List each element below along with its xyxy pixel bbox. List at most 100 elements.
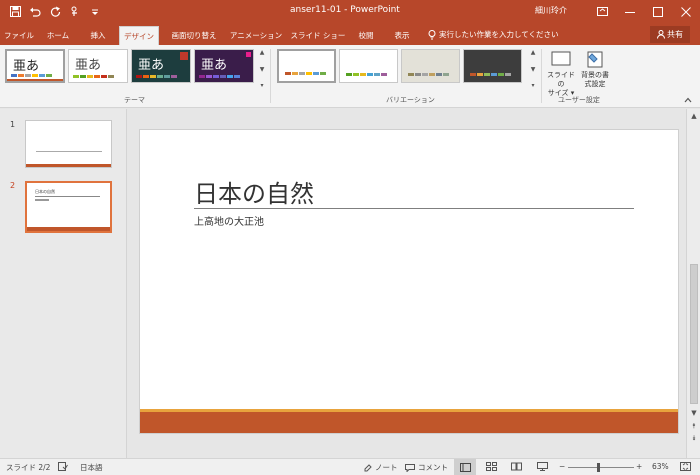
notes-button[interactable]: ノート <box>364 462 398 473</box>
save-icon[interactable] <box>8 5 22 19</box>
collapse-ribbon-icon[interactable] <box>684 97 692 105</box>
comment-icon <box>405 463 415 472</box>
format-background-label-2: 式設定 <box>584 80 606 88</box>
zoom-slider[interactable] <box>568 467 634 468</box>
tab-design[interactable]: デザイン <box>119 26 159 45</box>
zoom-level[interactable]: 63% <box>652 462 669 471</box>
scroll-up-icon[interactable]: ▲ <box>531 49 536 56</box>
theme-glyph: 亜あ <box>201 58 228 73</box>
scroll-down-icon[interactable]: ▼ <box>531 66 536 73</box>
variation-3[interactable] <box>401 49 460 83</box>
scroll-down-icon[interactable]: ▼ <box>260 66 265 73</box>
theme-swatches <box>73 75 114 78</box>
slide-sorter-icon[interactable] <box>486 462 497 471</box>
scroll-up-icon[interactable]: ▲ <box>689 112 699 120</box>
scroll-up-icon[interactable]: ▲ <box>260 49 265 56</box>
variations-scroller[interactable]: ▲ ▼ ▾ <box>528 49 538 89</box>
title-underline <box>194 208 634 209</box>
slide-show-icon[interactable] <box>537 462 548 471</box>
themes-scroller[interactable]: ▲ ▼ ▾ <box>257 49 267 89</box>
format-background-button[interactable]: 背景の書 式設定 <box>580 49 610 89</box>
tab-transitions[interactable]: 画面切り替え <box>165 26 223 45</box>
share-button[interactable]: 共有 <box>650 26 690 43</box>
tab-insert[interactable]: 挿入 <box>83 26 113 45</box>
comments-label: コメント <box>418 463 448 472</box>
vertical-scrollbar[interactable]: ▲ ▼ ⯭ ⯯ <box>686 109 700 458</box>
previous-slide-icon[interactable]: ⯭ <box>689 422 699 431</box>
theme-swatches <box>11 74 52 77</box>
variation-2[interactable] <box>339 49 398 83</box>
scrollbar-thumb[interactable] <box>690 264 698 404</box>
zoom-out-icon[interactable]: − <box>559 462 565 471</box>
format-background-label-1: 背景の書 <box>581 71 609 79</box>
slide-size-button[interactable]: スライドの サイズ ▾ <box>546 49 576 98</box>
variation-swatches <box>346 73 387 76</box>
group-separator <box>541 49 542 103</box>
undo-icon[interactable] <box>28 5 42 19</box>
slide-number: 1 <box>10 120 16 129</box>
slide-thumbnail[interactable] <box>25 120 112 168</box>
redo-icon[interactable] <box>48 5 62 19</box>
reading-view-icon[interactable] <box>511 462 522 471</box>
notes-label: ノート <box>375 463 398 472</box>
maximize-icon[interactable] <box>644 0 672 23</box>
window-controls <box>588 0 700 23</box>
tab-animations[interactable]: アニメーション <box>229 26 283 45</box>
quick-access-toolbar <box>8 3 102 20</box>
variation-swatches <box>408 73 449 76</box>
share-label: 共有 <box>667 30 683 39</box>
touch-mode-icon[interactable] <box>68 5 82 19</box>
tab-slide-show[interactable]: スライド ショー <box>289 26 347 45</box>
tab-home[interactable]: ホーム <box>42 26 74 45</box>
tab-file[interactable]: ファイル <box>4 26 34 45</box>
normal-view-icon[interactable] <box>454 459 476 475</box>
slide-canvas[interactable]: 日本の自然 上高地の大正池 <box>139 129 679 434</box>
customize-qat-icon[interactable] <box>88 5 102 19</box>
zoom-slider-knob[interactable] <box>597 463 600 472</box>
tab-view[interactable]: 表示 <box>388 26 416 45</box>
variations-gallery <box>277 49 522 83</box>
language-indicator[interactable]: 日本語 <box>80 462 103 473</box>
close-icon[interactable] <box>672 0 700 23</box>
group-label-variations: バリエーション <box>386 96 435 104</box>
window-title: anser11-01 - PowerPoint <box>290 5 400 15</box>
slide-subtitle[interactable]: 上高地の大正池 <box>194 213 264 228</box>
slide-size-label-1: スライドの <box>547 71 575 88</box>
notes-icon <box>364 463 372 471</box>
tell-me-text: 実行したい作業を入力してください <box>439 30 559 39</box>
user-name[interactable]: 細川玲介 <box>535 5 567 16</box>
more-icon[interactable]: ▾ <box>260 82 263 89</box>
title-bar: anser11-01 - PowerPoint 細川玲介 <box>0 0 700 23</box>
slide-title[interactable]: 日本の自然 <box>194 174 314 209</box>
person-icon <box>657 30 665 39</box>
thumbnail-title: 日本の自然 <box>35 189 55 194</box>
ribbon-display-options-icon[interactable] <box>588 0 616 23</box>
theme-organic[interactable]: 亜あ <box>194 49 254 83</box>
format-background-icon <box>587 51 603 68</box>
theme-swatches <box>199 75 240 78</box>
variation-1[interactable] <box>277 49 336 83</box>
variation-4[interactable] <box>463 49 522 83</box>
slide-thumbnail-selected[interactable]: 日本の自然 <box>25 181 112 233</box>
theme-glyph: 亜あ <box>75 58 102 73</box>
slide-footer-band <box>140 412 678 433</box>
variation-swatches <box>285 72 326 75</box>
spell-check-icon[interactable] <box>58 462 68 471</box>
minimize-icon[interactable] <box>616 0 644 23</box>
tell-me-box[interactable]: 実行したい作業を入力してください <box>428 29 559 40</box>
slide-thumbnail-pane: 1 2 日本の自然 <box>0 109 127 458</box>
zoom-in-icon[interactable]: + <box>636 462 642 471</box>
fit-to-window-icon[interactable] <box>680 462 691 471</box>
slide-size-icon <box>551 51 571 66</box>
more-icon[interactable]: ▾ <box>531 82 534 89</box>
theme-office[interactable]: 亜あ <box>5 49 65 83</box>
scroll-down-icon[interactable]: ▼ <box>689 409 699 417</box>
tab-review[interactable]: 校閲 <box>352 26 380 45</box>
group-separator <box>270 49 271 103</box>
next-slide-icon[interactable]: ⯯ <box>689 434 699 443</box>
theme-facet[interactable]: 亜あ <box>68 49 128 83</box>
theme-ion[interactable]: 亜あ <box>131 49 191 83</box>
slide-counter: スライド 2/2 <box>6 463 51 472</box>
comments-button[interactable]: コメント <box>405 462 448 473</box>
lightbulb-icon <box>428 29 436 39</box>
